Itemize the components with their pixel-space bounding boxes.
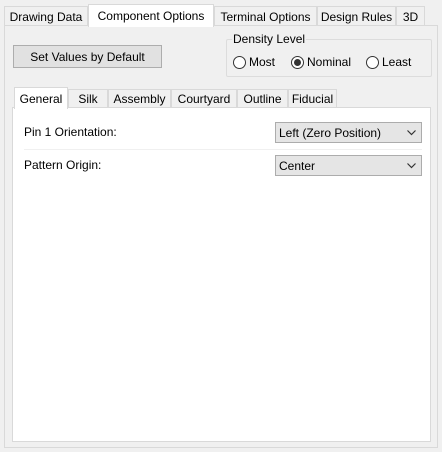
subtab-silk[interactable]: Silk xyxy=(68,89,108,108)
radio-circle-icon xyxy=(366,55,379,69)
chevron-down-icon xyxy=(407,130,416,136)
subtab-outline[interactable]: Outline xyxy=(237,89,288,108)
density-level-label: Density Level xyxy=(232,32,307,46)
density-level-group: Density Level Most Nominal Least xyxy=(226,32,432,77)
tab-terminal-options[interactable]: Terminal Options xyxy=(214,6,317,26)
tab-label: Terminal Options xyxy=(220,9,311,24)
tab-drawing-data[interactable]: Drawing Data xyxy=(4,6,88,26)
pattern-origin-label: Pattern Origin: xyxy=(24,158,102,172)
tab-3d[interactable]: 3D xyxy=(396,6,425,26)
radio-label: Most xyxy=(249,55,276,69)
chevron-down-icon xyxy=(407,163,416,169)
pin1-orientation-select[interactable]: Left (Zero Position) xyxy=(275,122,422,143)
tab-component-options[interactable]: Component Options xyxy=(88,4,214,27)
pin1-orientation-label: Pin 1 Orientation: xyxy=(24,125,117,139)
subtab-label: Fiducial xyxy=(291,92,334,106)
radio-label: Least xyxy=(382,55,412,69)
subtab-courtyard[interactable]: Courtyard xyxy=(171,89,237,108)
subtab-label: Courtyard xyxy=(177,92,231,106)
set-values-by-default-button[interactable]: Set Values by Default xyxy=(13,45,162,68)
subtab-label: Silk xyxy=(78,92,98,106)
radio-circle-icon xyxy=(233,55,246,69)
select-value: Left (Zero Position) xyxy=(279,125,382,140)
subtab-fiducial[interactable]: Fiducial xyxy=(288,89,337,108)
radio-checked-icon xyxy=(291,55,304,69)
density-radio-least[interactable]: Least xyxy=(366,55,411,69)
radio-label: Nominal xyxy=(307,55,352,69)
tab-label: Design Rules xyxy=(320,9,393,24)
general-options-panel: Pin 1 Orientation: Left (Zero Position) … xyxy=(12,107,431,442)
tab-label: Component Options xyxy=(97,9,205,23)
tab-design-rules[interactable]: Design Rules xyxy=(317,6,396,26)
tab-label: 3D xyxy=(402,9,419,24)
subtab-label: Assembly xyxy=(113,92,166,106)
subtab-label: Outline xyxy=(243,92,282,106)
pattern-origin-select[interactable]: Center xyxy=(275,155,422,176)
subtab-label: General xyxy=(19,91,63,106)
tab-label: Drawing Data xyxy=(9,9,83,24)
select-value: Center xyxy=(279,158,316,173)
subtab-assembly[interactable]: Assembly xyxy=(108,89,171,108)
component-options-panel: Set Values by Default Density Level Most… xyxy=(4,25,438,448)
row-divider xyxy=(24,149,422,150)
density-radio-nominal[interactable]: Nominal xyxy=(291,55,351,69)
density-radio-most[interactable]: Most xyxy=(233,55,275,69)
subtab-general[interactable]: General xyxy=(14,87,68,109)
